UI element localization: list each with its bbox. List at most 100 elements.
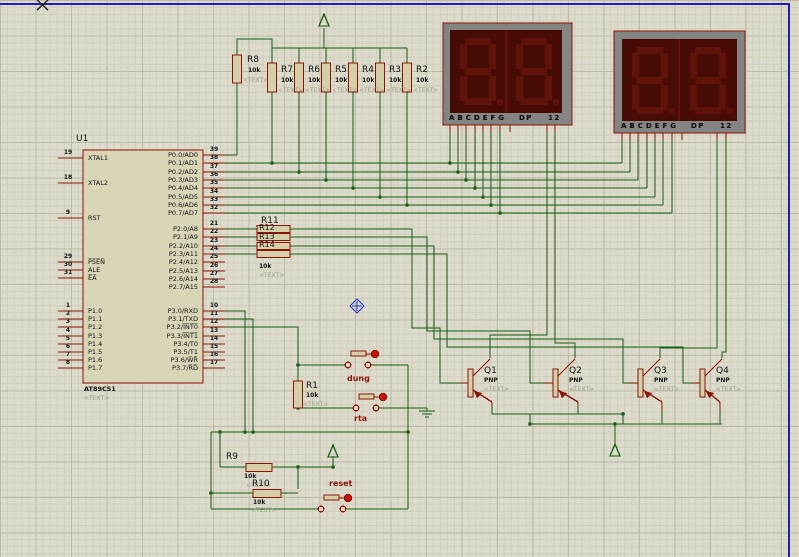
- resistor-r1: [292, 380, 304, 409]
- pin-label: P1.3: [88, 332, 103, 340]
- pin-number: 11: [209, 310, 219, 317]
- pin-number: 14: [209, 335, 219, 342]
- resistor-value: 10k: [306, 392, 319, 399]
- pin-number: 2: [65, 310, 71, 317]
- pin-label: P0.5/AD5: [167, 193, 198, 201]
- button-label-rta: rta: [354, 414, 368, 423]
- resistor-ref: R8: [247, 55, 259, 65]
- pin-label: ALE: [88, 266, 101, 274]
- pin-number: 37: [209, 163, 219, 170]
- resistor-value: 10k: [308, 77, 321, 84]
- resistor-ref: R10: [252, 479, 270, 489]
- transistor-ref: Q2: [569, 366, 582, 376]
- rnet-member: R12: [259, 223, 275, 232]
- transistor-placeholder: <TEXT>: [484, 386, 510, 393]
- resistor-ref: R9: [226, 452, 238, 462]
- pin-number: 32: [209, 204, 219, 211]
- resistor-value: 10k: [389, 77, 402, 84]
- pin-label: XTAL1: [88, 154, 109, 162]
- display2-legend-pins: 12: [720, 122, 733, 130]
- pin-label: P3.7/R̅D̅: [172, 364, 198, 372]
- pin-number: 9: [65, 209, 71, 216]
- pin-label: P3.6/W̅R̅: [170, 356, 198, 364]
- pin-number: 4: [65, 327, 71, 334]
- pin-number: 30: [63, 261, 73, 268]
- resistor-placeholder: <TEXT>: [305, 87, 331, 94]
- pin-number: 28: [209, 278, 219, 285]
- pin-number: 16: [209, 351, 219, 358]
- pin-number: 18: [63, 174, 73, 181]
- pin-label: P3.3/I̅N̅T̅1̅: [166, 332, 198, 340]
- display-pins: [621, 133, 727, 140]
- pin-label: P0.2/AD2: [167, 168, 198, 176]
- resistor-ref: R5: [335, 65, 347, 75]
- resistor-value: 10k: [253, 499, 266, 506]
- ground-symbol: [419, 410, 435, 418]
- resistor-placeholder: <TEXT>: [359, 87, 385, 94]
- resistor-ref: R4: [362, 65, 374, 75]
- rnet-placeholder: <TEXT>: [259, 272, 285, 279]
- transistor-placeholder: <TEXT>: [654, 386, 680, 393]
- pin-number: 8: [65, 359, 71, 366]
- display1-legend-segments: ABCDEFG: [449, 114, 508, 122]
- resistor-placeholder: <TEXT>: [413, 87, 439, 94]
- pin-number: 1: [65, 302, 71, 309]
- pin-label: E̅A̅: [88, 274, 97, 282]
- pin-label: P1.0: [88, 307, 103, 315]
- display2-legend-dp: DP: [691, 122, 705, 130]
- resistor-ref: R6: [308, 65, 320, 75]
- pin-number: 25: [209, 253, 219, 260]
- resistor-ref: R7: [281, 65, 293, 75]
- pin-label: P0.0/AD0: [167, 151, 198, 159]
- pin-label: P2.7/A15: [168, 283, 198, 291]
- pin-label: P1.1: [88, 315, 103, 323]
- pin-label: P3.2/I̅N̅T̅0̅: [166, 323, 198, 331]
- pin-number: 29: [63, 253, 73, 260]
- resistor-r7: [266, 62, 278, 93]
- resistor-ref: R1: [306, 381, 318, 391]
- center-diamond-marker: [349, 298, 365, 314]
- pin-number: 19: [63, 149, 73, 156]
- pin-number: 31: [63, 269, 73, 276]
- resistor-value: 10k: [416, 77, 429, 84]
- button-actuator: [378, 392, 388, 402]
- pin-label: XTAL2: [88, 179, 109, 187]
- rnet-value: 10k: [259, 263, 272, 270]
- pin-number: 24: [209, 245, 219, 252]
- resistor-placeholder: <TEXT>: [303, 401, 329, 408]
- pin-number: 26: [209, 262, 219, 269]
- pin-number: 39: [209, 146, 219, 153]
- pin-label: P0.7/AD7: [167, 209, 198, 217]
- mcu-placeholder: <TEXT>: [84, 395, 110, 402]
- pin-label: P̅S̅E̅N̅: [88, 258, 106, 266]
- resistor-r9: [245, 462, 273, 473]
- rnet-member: R14: [259, 240, 275, 249]
- display2-legend-segments: ABCDEFG: [621, 122, 680, 130]
- resistor-placeholder: <TEXT>: [332, 87, 358, 94]
- pin-label: P0.4/AD4: [167, 184, 198, 192]
- pin-label: P0.1/AD1: [167, 159, 198, 167]
- pin-number: 21: [209, 220, 219, 227]
- transistor-placeholder: <TEXT>: [716, 386, 742, 393]
- pin-number: 23: [209, 237, 219, 244]
- resistor-r8: [231, 54, 243, 84]
- pin-number: 35: [209, 179, 219, 186]
- resistor-value: 10k: [362, 77, 375, 84]
- pin-number: 10: [209, 302, 219, 309]
- transistor-type: PNP: [484, 377, 498, 384]
- display1-legend-pins: 12: [548, 114, 561, 122]
- resistor-placeholder: <TEXT>: [386, 87, 412, 94]
- pin-label: P2.2/A10: [168, 242, 198, 250]
- pin-label: P1.5: [88, 348, 103, 356]
- transistor-placeholder: <TEXT>: [569, 386, 595, 393]
- mcu-ref: U1: [76, 134, 89, 144]
- pin-label: P2.4/A12: [168, 258, 198, 266]
- display1-legend-dp: DP: [519, 114, 533, 122]
- pin-number: 7: [65, 351, 71, 358]
- resistor-ref: R2: [416, 65, 428, 75]
- button-label-reset: reset: [329, 479, 353, 488]
- resistor-r10: [252, 488, 282, 499]
- pin-number: 15: [209, 343, 219, 350]
- mcu-part: AT89C51: [84, 385, 116, 393]
- pin-number: 3: [65, 318, 71, 325]
